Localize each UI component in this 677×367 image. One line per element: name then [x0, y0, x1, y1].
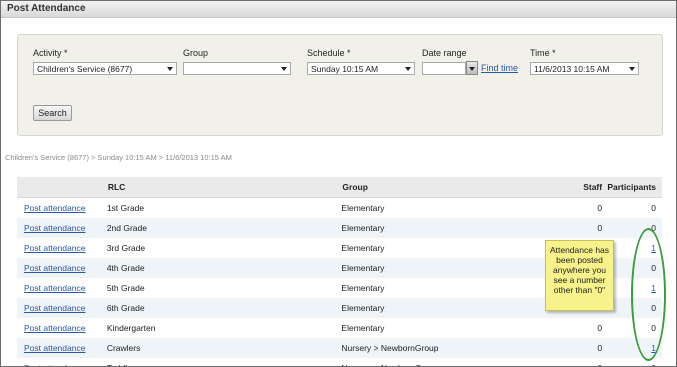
group-cell: Elementary: [341, 218, 540, 238]
schedule-select-value: Sunday 10:15 AM: [311, 64, 379, 74]
action-cell: Post attendance: [17, 318, 107, 338]
rlc-cell: 4th Grade: [106, 258, 342, 278]
header-group: Group: [341, 177, 540, 198]
breadcrumb: Children's Service (8677) > Sunday 10:15…: [5, 153, 232, 162]
group-cell: Nursery > NewbornGroup: [341, 358, 539, 366]
table-header-row: RLC Group Staff Participants: [17, 177, 662, 198]
activity-label: Activity *: [33, 48, 68, 58]
action-cell: Post attendance: [17, 278, 107, 298]
post-attendance-link[interactable]: Post attendance: [24, 263, 85, 273]
window-titlebar: Post Attendance: [1, 1, 676, 18]
staff-cell: 0: [539, 358, 602, 366]
rlc-cell: 1st Grade: [106, 203, 145, 213]
group-cell: Elementary: [341, 243, 385, 253]
post-attendance-window: Post Attendance Activity * Children's Se…: [0, 0, 677, 367]
schedule-label: Schedule *: [307, 48, 351, 58]
group-cell: Elementary: [341, 203, 385, 213]
schedule-select[interactable]: Sunday 10:15 AM: [307, 62, 415, 75]
window-title: Post Attendance: [7, 3, 86, 14]
action-cell: Post attendance: [17, 218, 107, 238]
group-cell: Elementary: [341, 298, 540, 318]
rlc-cell: 3rd Grade: [106, 243, 146, 253]
find-time-link[interactable]: Find time: [481, 63, 518, 73]
group-cell: Nursery > NewbornGroup: [341, 338, 540, 358]
filter-panel: Activity * Children's Service (8677) Gro…: [17, 34, 663, 136]
rlc-cell: Crawlers: [106, 338, 342, 358]
rlc-cell: 5th Grade: [106, 283, 145, 293]
post-attendance-link[interactable]: Post attendance: [24, 363, 85, 366]
rlc-cell: 6th Grade: [106, 298, 342, 318]
time-select-value: 11/6/2013 10:15 AM: [534, 64, 610, 74]
post-attendance-link[interactable]: Post attendance: [24, 203, 85, 213]
staff-cell: 0: [539, 218, 603, 238]
post-attendance-link[interactable]: Post attendance: [24, 223, 85, 233]
post-attendance-link[interactable]: Post attendance: [24, 283, 85, 293]
group-label: Group: [183, 48, 209, 58]
activity-select-value: Children's Service (8677): [37, 64, 133, 74]
staff-cell: 0: [597, 323, 603, 333]
post-attendance-link[interactable]: Post attendance: [24, 343, 85, 353]
participants-cell: 0: [602, 358, 662, 366]
group-cell: Elementary: [341, 258, 540, 278]
staff-cell: 0: [597, 203, 603, 213]
table-row: Post attendance ToddlersNursery > Newborn…: [17, 358, 662, 366]
action-cell: Post attendance: [17, 238, 107, 258]
action-cell: Post attendance: [17, 338, 107, 358]
date-range-label: Date range: [422, 48, 467, 58]
chevron-down-icon: [629, 67, 635, 71]
header-action: [17, 177, 107, 198]
date-range-input[interactable]: [422, 62, 466, 75]
date-picker-button[interactable]: [466, 61, 478, 75]
participants-cell: 0: [651, 203, 656, 213]
table-row: Post attendance Crawlers Nursery > Newborn…: [17, 338, 662, 358]
time-label: Time *: [530, 48, 556, 58]
rlc-cell: Toddlers: [107, 358, 342, 366]
chevron-down-icon: [469, 67, 475, 71]
table-row: Post attendance 1st Grade Elementary 0 0: [17, 198, 662, 219]
rlc-cell: Kindergarten: [106, 323, 156, 333]
table-row: Post attendance Kindergarten Elementary 0 0: [17, 318, 662, 338]
group-cell: Elementary: [341, 283, 385, 293]
post-attendance-link[interactable]: Post attendance: [24, 323, 85, 333]
action-cell: Post attendance: [17, 258, 107, 278]
rlc-cell: 2nd Grade: [106, 218, 342, 238]
header-participants: Participants: [602, 177, 662, 198]
header-rlc: RLC: [106, 177, 342, 198]
action-cell: Post attendance: [17, 298, 107, 318]
highlight-ellipse: [631, 228, 666, 361]
group-select[interactable]: [183, 62, 291, 75]
time-select[interactable]: 11/6/2013 10:15 AM: [530, 62, 639, 75]
header-staff: Staff: [539, 177, 603, 198]
annotation-callout: Attendance has been posted anywhere you …: [545, 240, 614, 311]
chevron-down-icon: [281, 67, 287, 71]
search-button[interactable]: Search: [33, 105, 72, 121]
chevron-down-icon: [405, 67, 411, 71]
chevron-down-icon: [167, 67, 173, 71]
activity-select[interactable]: Children's Service (8677): [33, 62, 177, 75]
group-cell: Elementary: [341, 323, 385, 333]
staff-cell: 0: [539, 338, 603, 358]
table-row: Post attendance 2nd Grade Elementary 0 0: [17, 218, 662, 238]
action-cell: Post attendance: [17, 198, 107, 219]
post-attendance-link[interactable]: Post attendance: [24, 303, 85, 313]
action-cell: Post attendance: [17, 358, 107, 366]
post-attendance-link[interactable]: Post attendance: [24, 243, 85, 253]
